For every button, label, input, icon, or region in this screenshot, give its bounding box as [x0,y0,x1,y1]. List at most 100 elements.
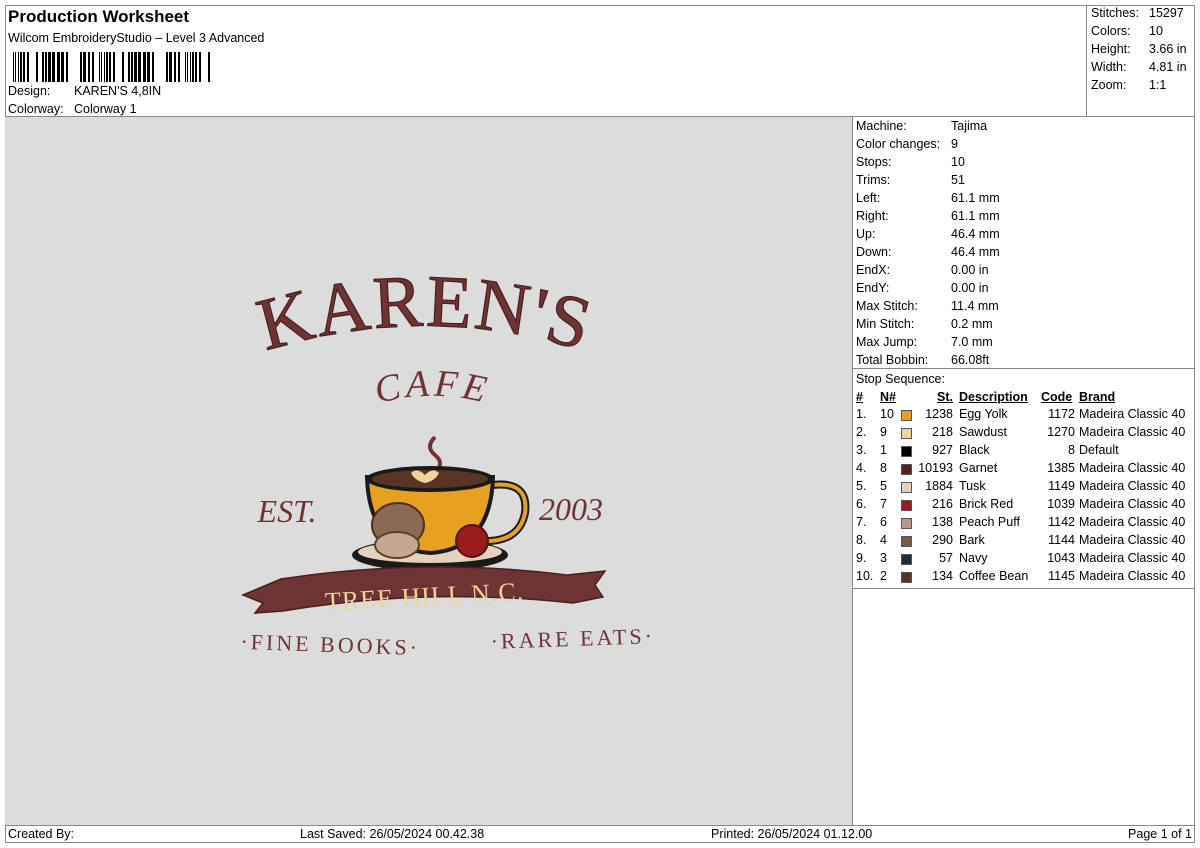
software-subtitle: Wilcom EmbroideryStudio – Level 3 Advanc… [8,31,265,45]
barcode-bar [42,52,44,82]
barcode-bar [106,52,108,82]
width-row: Width: 4.81 in [1091,60,1187,74]
detail-value: 9 [951,137,958,151]
design-year-text: 2003 [539,491,603,527]
row-index: 5. [856,479,867,493]
color-swatch [901,572,912,583]
barcode-bar [99,52,100,82]
row-description: Black [959,443,990,457]
printed-date: Printed: 26/05/2024 01.12.00 [711,827,873,841]
detail-row: EndX: 0.00 in [856,263,989,277]
detail-row: Color changes: 9 [856,137,958,151]
worksheet-footer: Created By: Last Saved: 26/05/2024 00.42… [5,825,1195,843]
row-description: Garnet [959,461,998,475]
table-divider [853,588,1195,589]
row-brand: Madeira Classic 40 [1079,533,1186,547]
summary-box: Stitches: 15297 Colors: 10 Height: 3.66 in … [1087,5,1195,117]
detail-label: Max Stitch: [856,299,918,313]
row-code: 1043 [1047,551,1075,565]
row-brand: Madeira Classic 40 [1079,551,1186,565]
row-description: Peach Puff [959,515,1020,529]
height-value: 3.66 in [1149,42,1187,56]
height-row: Height: 3.66 in [1091,42,1187,56]
details-divider [853,368,1195,369]
barcode-bar [166,52,168,82]
row-code: 1144 [1048,533,1075,547]
colors-row: Colors: 10 [1091,24,1163,38]
row-code: 1142 [1048,515,1075,529]
row-needle: 3 [880,551,887,565]
row-index: 4. [856,461,867,475]
row-description: Tusk [959,479,986,493]
zoom-value: 1:1 [1149,78,1167,92]
row-stitches: 927 [932,443,953,457]
design-title-text: KAREN'S [249,260,601,366]
barcode-bar [208,52,210,82]
row-stitches: 134 [932,569,953,583]
row-stitches: 218 [932,425,953,439]
row-code: 1145 [1048,569,1075,583]
col-header-code: Code [1041,390,1073,404]
barcode [13,52,210,82]
page-title: Production Worksheet [8,7,190,26]
barcode-bar [199,52,201,82]
barcode-bar [52,52,55,82]
last-saved: Last Saved: 26/05/2024 00.42.38 [300,827,485,841]
row-code: 1039 [1047,497,1075,511]
detail-label: Min Stitch: [856,317,915,331]
design-tagline-left: ·FINE BOOKS· [240,629,420,660]
color-swatch [901,536,912,547]
row-brand: Madeira Classic 40 [1079,461,1186,475]
row-description: Brick Red [959,497,1014,511]
row-needle: 8 [880,461,887,475]
row-index: 2. [856,425,867,439]
embroidery-design: KAREN'S CAFE EST. 2003 TREE HILL N.C. ·F… [240,260,655,660]
stop-sequence-title: Stop Sequence: [856,372,945,386]
barcode-bar [187,52,188,82]
stitches-label: Stitches: [1091,6,1139,20]
table-row: 8. 4 290 Bark 1144 Madeira Classic 40 [853,533,1195,551]
detail-label: Machine: [856,119,907,133]
row-index: 1. [856,407,867,421]
table-row: 6. 7 216 Brick Red 1039 Madeira Classic 40 [853,497,1195,515]
barcode-bar [27,52,29,82]
barcode-bar [192,52,194,82]
worksheet-header: Production Worksheet Wilcom EmbroiderySt… [5,5,1087,117]
detail-row: Left: 61.1 mm [856,191,1000,205]
barcode-bar [174,52,176,82]
row-description: Egg Yolk [959,407,1008,421]
color-swatch [901,482,912,493]
detail-value: 11.4 mm [951,299,999,313]
row-needle: 7 [880,497,887,511]
barcode-bar [36,52,38,82]
barcode-bar [57,52,60,82]
detail-value: 10 [951,155,965,169]
width-label: Width: [1091,60,1127,74]
row-code: 1270 [1047,425,1075,439]
table-row: 5. 5 1884 Tusk 1149 Madeira Classic 40 [853,479,1195,497]
row-stitches: 216 [932,497,953,511]
table-row: 4. 8 10193 Garnet 1385 Madeira Classic 40 [853,461,1195,479]
row-stitches: 290 [932,533,953,547]
row-index: 10. [856,569,874,583]
strawberry-icon [455,524,489,558]
colorway-row: Colorway: Colorway 1 [8,102,137,116]
detail-row: Machine: Tajima [856,119,987,133]
detail-row: Right: 61.1 mm [856,209,1000,223]
col-header-description: Description [959,390,1028,404]
detail-row: Min Stitch: 0.2 mm [856,317,993,331]
color-swatch [901,518,912,529]
row-needle: 10 [880,407,894,421]
table-row: 1. 10 1238 Egg Yolk 1172 Madeira Classic 40 [853,407,1195,425]
created-by: Created By: [8,827,75,841]
detail-label: Total Bobbin: [856,353,929,367]
table-row: 10. 2 134 Coffee Bean 1145 Madeira Classic 40 [853,569,1195,587]
barcode-bar [131,52,133,82]
page-number: Page 1 of 1 [1128,827,1192,841]
detail-label: Down: [856,245,892,259]
barcode-bar [92,52,94,82]
detail-value: 0.00 in [951,281,989,295]
detail-row: Max Stitch: 11.4 mm [856,299,999,313]
detail-label: Stops: [856,155,892,169]
detail-row: Up: 46.4 mm [856,227,1000,241]
